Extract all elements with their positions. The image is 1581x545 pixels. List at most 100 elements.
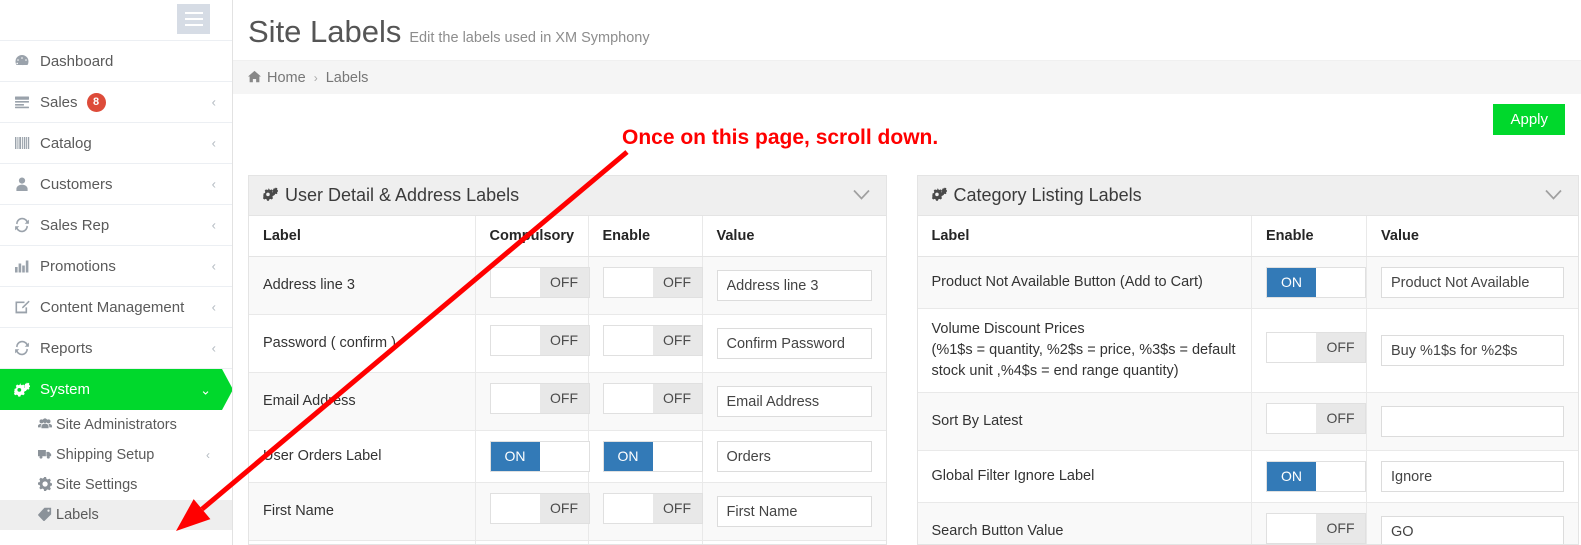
column-header: Label	[917, 216, 1253, 257]
value-input[interactable]	[1381, 461, 1564, 493]
toggle-knob	[1267, 404, 1317, 434]
toggle-knob	[490, 384, 540, 414]
chevron-down-icon[interactable]	[852, 187, 870, 204]
row-label-cell: Address line 3	[249, 256, 476, 316]
compulsory-toggle[interactable]: OFF	[489, 383, 590, 415]
sidebar-top-bar	[0, 0, 232, 41]
row-label: Address line 3	[263, 277, 355, 293]
sidebar-item-label: Promotions	[40, 257, 116, 275]
value-input[interactable]	[1381, 335, 1564, 367]
sidebar-item-label: Catalog	[40, 134, 92, 152]
row-label: Search Button Value	[931, 523, 1064, 540]
sidebar-item-content-management[interactable]: Content Management ‹	[0, 287, 232, 328]
sidebar-item-dashboard[interactable]: Dashboard	[0, 41, 232, 82]
compulsory-toggle[interactable]: OFF	[489, 325, 590, 357]
row-label: Global Filter Ignore Label	[931, 468, 1095, 485]
page-title: Site Labels	[248, 14, 402, 49]
value-input[interactable]	[1381, 267, 1564, 298]
table-header-row: Label Compulsory Enable Value	[249, 216, 886, 257]
enable-toggle[interactable]: OFF	[1266, 403, 1367, 435]
toggle-state-label: OFF	[652, 326, 702, 356]
toggle-knob	[603, 384, 653, 414]
value-input[interactable]	[1381, 516, 1564, 544]
sidebar-subitem-labels[interactable]: Labels	[0, 500, 232, 530]
sidebar-subitem-site-settings[interactable]: Site Settings	[0, 470, 232, 500]
compulsory-toggle[interactable]: OFF	[489, 267, 590, 298]
sidebar-item-label: Reports	[40, 339, 93, 357]
sidebar-subitem-shipping-setup[interactable]: Shipping Setup ‹	[0, 440, 232, 470]
status-badge: 8	[86, 92, 106, 112]
toggle-knob	[1316, 462, 1366, 492]
row-label-cell: First Name	[249, 482, 476, 542]
value-input[interactable]	[716, 328, 872, 360]
enable-toggle[interactable]: OFF	[602, 383, 703, 415]
enable-toggle[interactable]: OFF	[602, 325, 703, 357]
breadcrumb-home-link[interactable]: Home	[267, 70, 306, 86]
compulsory-cell: OFF	[475, 314, 590, 374]
sidebar-item-customers[interactable]: Customers ‹	[0, 164, 232, 205]
value-cell	[1366, 450, 1578, 504]
value-cell	[1366, 392, 1578, 452]
gears-icon	[14, 381, 40, 398]
panel-header-user-detail-address-labels[interactable]: User Detail & Address Labels	[249, 176, 886, 216]
sidebar-subitem-site-administrators[interactable]: Site Administrators	[0, 410, 232, 440]
value-input[interactable]	[716, 441, 872, 473]
annotation-text: Once on this page, scroll down.	[622, 126, 939, 149]
enable-toggle[interactable]: OFF	[602, 493, 703, 525]
sidebar-item-reports[interactable]: Reports ‹	[0, 328, 232, 369]
toggle-knob	[490, 268, 540, 297]
apply-button[interactable]: Apply	[1493, 104, 1565, 135]
toggle-knob	[1267, 514, 1317, 544]
row-label: Password ( confirm )	[263, 335, 396, 352]
toggle-knob	[652, 442, 702, 472]
compulsory-toggle[interactable]: ON	[489, 441, 590, 473]
compulsory-cell: ON	[475, 430, 590, 484]
truck-icon	[38, 447, 52, 464]
sidebar-item-label: System	[40, 381, 91, 398]
panels-container: User Detail & Address Labels Label Compul…	[233, 175, 1581, 545]
enable-toggle[interactable]: ON	[1266, 267, 1367, 298]
panel-header-category-listing-labels[interactable]: Category Listing Labels	[917, 176, 1578, 216]
toggle-state-label: OFF	[652, 268, 702, 297]
sidebar-subitem-label: Labels	[56, 507, 99, 523]
breadcrumb-current: Labels	[325, 69, 369, 86]
toggle-state-label: OFF	[539, 326, 589, 356]
table-user-detail-address-labels: Label Compulsory Enable Value Address line 3…	[249, 216, 886, 544]
dashboard-icon	[14, 53, 40, 69]
toggle-state-label: OFF	[1316, 333, 1366, 363]
toggle-knob	[490, 494, 540, 524]
table-row: Volume Discount Prices (%1$s = quantity, …	[917, 308, 1578, 394]
enable-toggle[interactable]: ON	[602, 441, 703, 473]
toggle-knob	[603, 326, 653, 356]
value-input[interactable]	[716, 496, 872, 528]
column-header: Label	[249, 216, 476, 257]
tag-icon	[38, 507, 52, 524]
value-input[interactable]	[716, 270, 872, 301]
value-cell	[702, 314, 886, 374]
sidebar-item-system[interactable]: System ⌄	[0, 369, 232, 410]
enable-toggle[interactable]: OFF	[1266, 513, 1367, 544]
sidebar-item-catalog[interactable]: Catalog ‹	[0, 123, 232, 164]
enable-toggle[interactable]: OFF	[602, 267, 703, 298]
sidebar-item-promotions[interactable]: Promotions ‹	[0, 246, 232, 287]
main-content: Site Labels Edit the labels used in XM Sy…	[233, 0, 1581, 545]
chevron-down-icon[interactable]	[1545, 187, 1562, 204]
breadcrumb: Home › Labels	[233, 60, 1581, 94]
chevron-left-icon: ‹	[211, 217, 216, 233]
toggle-knob	[539, 442, 589, 472]
page-header: Site Labels Edit the labels used in XM Sy…	[233, 0, 1581, 60]
row-label-cell: Volume Discount Prices (%1$s = quantity, …	[917, 308, 1253, 394]
chevron-left-icon: ‹	[211, 135, 216, 151]
value-input[interactable]	[1381, 406, 1564, 438]
table-row: Global Filter Ignore Label ON	[917, 450, 1578, 504]
toggle-state-label: OFF	[539, 494, 589, 524]
sidebar-item-sales[interactable]: Sales 8 ‹	[0, 82, 232, 123]
sidebar-item-sales-rep[interactable]: Sales Rep ‹	[0, 205, 232, 246]
hamburger-icon[interactable]	[177, 4, 210, 34]
value-input[interactable]	[716, 386, 872, 418]
enable-toggle[interactable]: ON	[1266, 461, 1367, 493]
customers-icon	[14, 176, 40, 192]
enable-toggle[interactable]: OFF	[1266, 332, 1367, 364]
compulsory-toggle[interactable]: OFF	[489, 493, 590, 525]
row-label-cell: Sort By Latest	[917, 392, 1253, 452]
